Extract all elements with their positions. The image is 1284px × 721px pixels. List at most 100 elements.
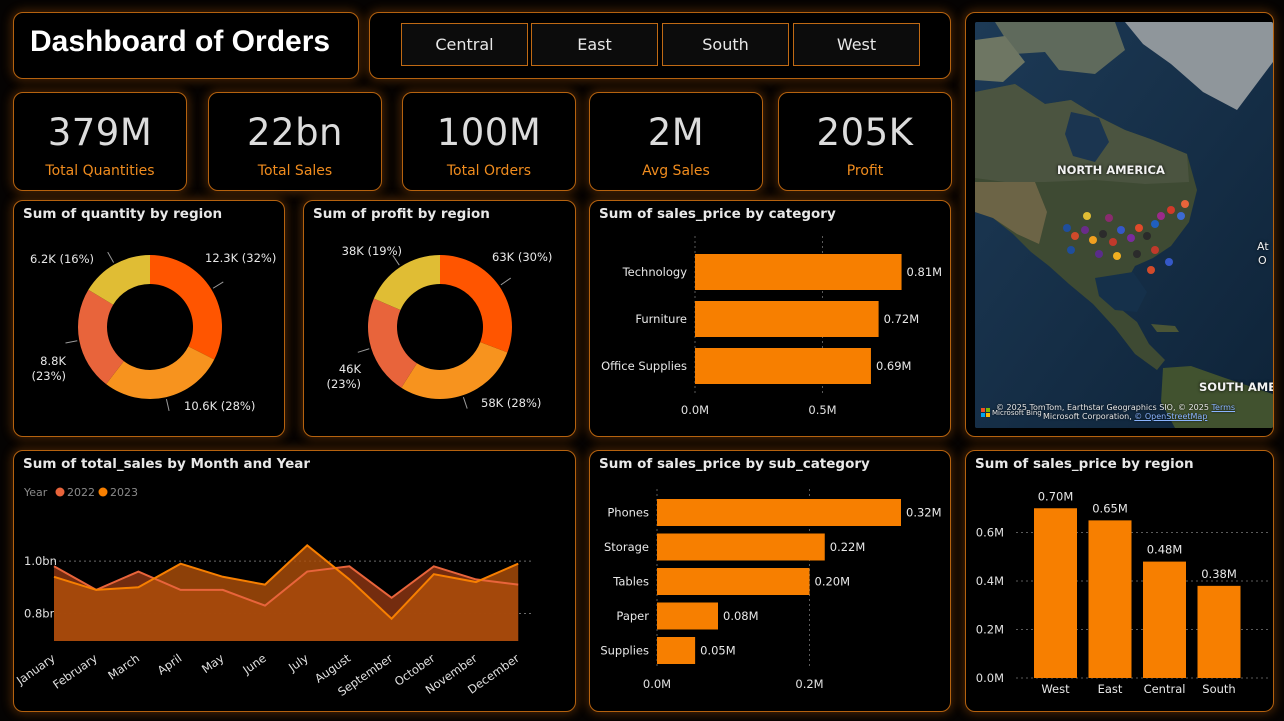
map-marker[interactable]: [1071, 232, 1079, 240]
leader-line: [500, 277, 512, 286]
map-marker[interactable]: [1127, 234, 1135, 242]
map-marker[interactable]: [1117, 226, 1125, 234]
chart-profit-by-region: Sum of profit by region 63K (30%) 58K (28…: [303, 200, 576, 437]
map-marker[interactable]: [1147, 266, 1155, 274]
donut-slice: [440, 255, 512, 353]
area-fill: [54, 545, 519, 641]
kpi-value: 379M: [47, 111, 153, 154]
map-marker[interactable]: [1081, 226, 1089, 234]
donut-slice: [373, 255, 440, 311]
legend-label: 2022: [67, 486, 95, 499]
map-marker[interactable]: [1063, 224, 1071, 232]
map-marker[interactable]: [1165, 258, 1173, 266]
map-marker[interactable]: [1105, 214, 1113, 222]
slice-label: (23%): [326, 377, 361, 391]
bing-label: Microsoft Bing: [992, 409, 1042, 417]
leader-line: [462, 397, 468, 409]
legend-marker: [55, 487, 65, 497]
map-marker[interactable]: [1167, 206, 1175, 214]
map-panel: NORTH AMERICA SOUTH AME At O © 2025 TomT…: [965, 12, 1274, 437]
map-marker[interactable]: [1181, 200, 1189, 208]
slice-label: 6.2K (16%): [30, 252, 94, 266]
category-label: Central: [1144, 682, 1186, 696]
kpi-label: Total Sales: [257, 163, 333, 179]
map-marker[interactable]: [1135, 224, 1143, 232]
donut-chart: 12.3K (32%) 10.6K (28%) 8.8K(23%) 6.2K (16%…: [30, 251, 276, 413]
kpi-value: 205K: [816, 111, 914, 154]
slice-label: 38K (19%): [342, 244, 402, 258]
map-label-north-america: NORTH AMERICA: [1057, 163, 1165, 177]
chart-sales-by-category: Sum of sales_price by category 0.0M 0.5M T…: [589, 200, 951, 437]
category-label: East: [1098, 682, 1123, 696]
map-marker[interactable]: [1133, 250, 1141, 258]
donut-slice: [106, 346, 215, 399]
map-marker[interactable]: [1089, 236, 1097, 244]
leader-line: [357, 348, 370, 353]
tick-label: 0.2M: [976, 623, 1004, 637]
category-label: Storage: [604, 540, 649, 554]
bar: [657, 602, 718, 630]
value-label: 0.81M: [907, 265, 943, 279]
attribution-line-2: Microsoft Corporation,: [1043, 412, 1135, 421]
month-label: February: [50, 651, 100, 692]
month-label: May: [199, 651, 227, 676]
tick-label: 0.4M: [976, 574, 1004, 588]
map-marker[interactable]: [1157, 212, 1165, 220]
value-label: 0.22M: [830, 540, 866, 554]
slicer-button-east[interactable]: East: [531, 23, 658, 66]
chart-quantity-by-region: Sum of quantity by region 12.3K (32%) 10.…: [13, 200, 285, 437]
category-label: Supplies: [600, 644, 649, 658]
map-marker[interactable]: [1067, 246, 1075, 254]
bar: [657, 637, 696, 664]
value-label: 0.69M: [876, 359, 912, 373]
month-label: July: [285, 651, 311, 675]
terms-link[interactable]: Terms: [1212, 403, 1236, 412]
donut-slice: [368, 298, 417, 388]
map-marker[interactable]: [1083, 212, 1091, 220]
value-label: 0.05M: [700, 644, 736, 658]
slicer-button-south[interactable]: South: [662, 23, 789, 66]
value-label: 0.65M: [1092, 501, 1128, 515]
legend-label: 2023: [110, 486, 138, 499]
category-label: South: [1202, 682, 1235, 696]
tick-label: 0.6M: [976, 526, 1004, 540]
slice-label: 8.8K: [40, 354, 66, 368]
map-marker[interactable]: [1151, 246, 1159, 254]
value-label: 0.20M: [815, 575, 851, 589]
openstreetmap-link[interactable]: © OpenStreetMap: [1134, 412, 1207, 421]
tick-label: 0.0M: [976, 671, 1004, 685]
title-card: Dashboard of Orders: [13, 12, 359, 79]
region-slicer: Central East South West: [369, 12, 951, 79]
kpi-card-avg-sales: 2M Avg Sales: [589, 92, 763, 191]
kpi-value: 100M: [436, 111, 542, 154]
chart-sales-by-subcategory: Sum of sales_price by sub_category 0.0M 0…: [589, 450, 951, 712]
map-marker[interactable]: [1099, 230, 1107, 238]
kpi-card-total-orders: 100M Total Orders: [402, 92, 576, 191]
kpi-card-total-sales: 22bn Total Sales: [208, 92, 382, 191]
bar-chart: 0.0M 0.2M Phones 0.32M Storage 0.22M Tables 0.2…: [600, 489, 942, 691]
value-label: 0.08M: [723, 609, 759, 623]
map-canvas[interactable]: NORTH AMERICA SOUTH AME At O © 2025 TomT…: [975, 22, 1273, 428]
month-label: March: [105, 651, 142, 683]
slice-label: 63K (30%): [492, 250, 552, 264]
map-marker[interactable]: [1143, 232, 1151, 240]
bar: [657, 533, 825, 561]
map-marker[interactable]: [1113, 252, 1121, 260]
tick-label: 0.8bn: [24, 606, 57, 620]
map-marker[interactable]: [1151, 220, 1159, 228]
slice-label: 46K: [339, 362, 362, 376]
map-marker[interactable]: [1109, 238, 1117, 246]
bar: [1034, 508, 1077, 678]
tick-label: 0.0M: [681, 403, 709, 417]
tick-label: 1.0bn: [24, 554, 57, 568]
kpi-label: Profit: [846, 163, 884, 179]
map-marker[interactable]: [1095, 250, 1103, 258]
bar: [657, 568, 810, 595]
slicer-button-west[interactable]: West: [793, 23, 920, 66]
leader-line: [107, 251, 115, 263]
kpi-value: 2M: [647, 111, 705, 154]
map-marker[interactable]: [1177, 212, 1185, 220]
value-label: 0.32M: [906, 506, 942, 520]
slicer-button-central[interactable]: Central: [401, 23, 528, 66]
kpi-value: 22bn: [246, 111, 344, 154]
